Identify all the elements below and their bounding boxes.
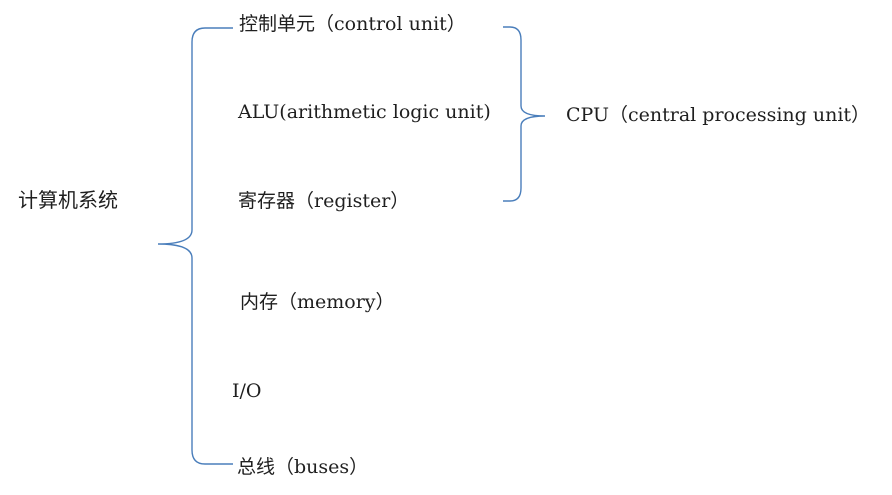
- component-register: 寄存器（register）: [238, 190, 410, 212]
- component-alu: ALU(arithmetic logic unit): [238, 101, 491, 123]
- cpu-brace: [503, 26, 546, 202]
- diagram-canvas: 计算机系统 控制单元（control unit） ALU(arithmetic …: [0, 0, 892, 495]
- bracket-lines: [157, 26, 546, 465]
- component-control-unit: 控制单元（control unit）: [239, 13, 466, 35]
- cpu-group-label: CPU（central processing unit）: [566, 104, 871, 126]
- system-brace: [157, 27, 233, 465]
- component-buses: 总线（buses）: [237, 456, 369, 478]
- component-io: I/O: [232, 380, 262, 402]
- component-memory: 内存（memory）: [240, 291, 395, 313]
- root-label: 计算机系统: [18, 188, 118, 212]
